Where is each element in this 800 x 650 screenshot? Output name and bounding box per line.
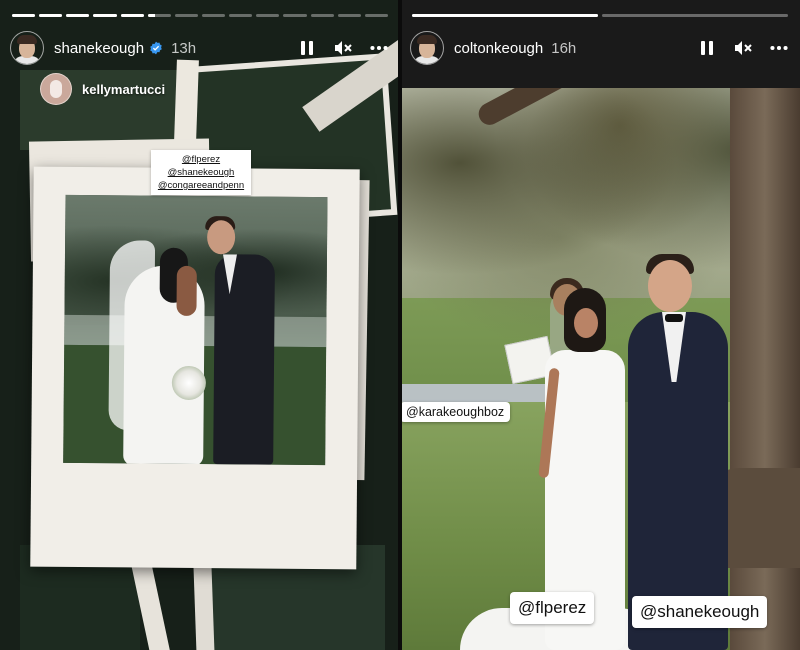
story-username[interactable]: shanekeough	[54, 40, 144, 57]
wedding-ceremony-photo	[400, 88, 800, 650]
mention-sticker[interactable]: @karakeoughboz	[400, 402, 511, 422]
repost-avatar[interactable]	[40, 73, 72, 105]
mention-tag[interactable]: @congareeandpenn	[151, 179, 251, 192]
muted-speaker-icon	[735, 41, 752, 55]
story-progress-bar	[12, 14, 388, 17]
pause-button[interactable]	[698, 39, 716, 57]
progress-segment	[93, 14, 117, 17]
more-horizontal-icon	[370, 45, 388, 51]
pause-icon	[701, 41, 713, 55]
mute-button[interactable]	[734, 39, 752, 57]
avatar[interactable]	[10, 31, 44, 65]
story-time: 16h	[551, 39, 577, 57]
story-header: shanekeough 13h	[10, 28, 388, 68]
mute-button[interactable]	[334, 39, 352, 57]
more-options-button[interactable]	[370, 39, 388, 57]
progress-segment	[310, 14, 334, 17]
progress-segment	[229, 14, 253, 17]
story-progress-bar	[412, 14, 788, 17]
progress-segment	[337, 14, 361, 17]
story-header: coltonkeough 16h	[410, 28, 788, 68]
avatar[interactable]	[410, 31, 444, 65]
progress-segment	[201, 14, 226, 17]
pause-button[interactable]	[298, 39, 316, 57]
story-panel-right[interactable]: @karakeoughboz @flperez @shanekeough col…	[400, 0, 800, 650]
progress-segment	[283, 14, 307, 17]
wedding-kiss-photo	[63, 194, 328, 466]
story-time: 13h	[171, 39, 197, 57]
mention-sticker[interactable]: @flperez	[510, 592, 595, 624]
mention-tags-box: @flperez @shanekeough @congareeandpenn	[151, 150, 251, 195]
progress-segment	[147, 14, 171, 17]
repost-username[interactable]: kellymartucci	[82, 82, 165, 97]
progress-segment	[256, 14, 280, 17]
mention-sticker[interactable]: @shanekeough	[632, 596, 768, 628]
progress-segment	[66, 14, 90, 17]
verified-badge-icon	[150, 41, 162, 55]
reposted-from[interactable]: kellymartucci	[40, 73, 165, 105]
progress-segment	[602, 14, 788, 17]
more-options-button[interactable]	[770, 39, 788, 57]
progress-segment	[412, 14, 598, 17]
progress-segment	[39, 14, 63, 17]
pause-icon	[301, 41, 313, 55]
muted-speaker-icon	[335, 41, 352, 55]
story-panel-left[interactable]: @flperez @shanekeough @congareeandpenn k…	[0, 0, 400, 650]
more-horizontal-icon	[770, 45, 788, 51]
mention-tag[interactable]: @shanekeough	[151, 166, 251, 179]
progress-segment	[12, 14, 36, 17]
progress-segment	[174, 14, 198, 17]
progress-segment	[120, 14, 144, 17]
mention-tag[interactable]: @flperez	[151, 153, 251, 166]
story-username[interactable]: coltonkeough	[454, 40, 543, 57]
polaroid-edge	[193, 559, 215, 650]
bouquet	[171, 365, 207, 401]
wedding-polaroid	[30, 166, 360, 570]
progress-segment	[364, 14, 388, 17]
story-divider	[398, 0, 402, 650]
